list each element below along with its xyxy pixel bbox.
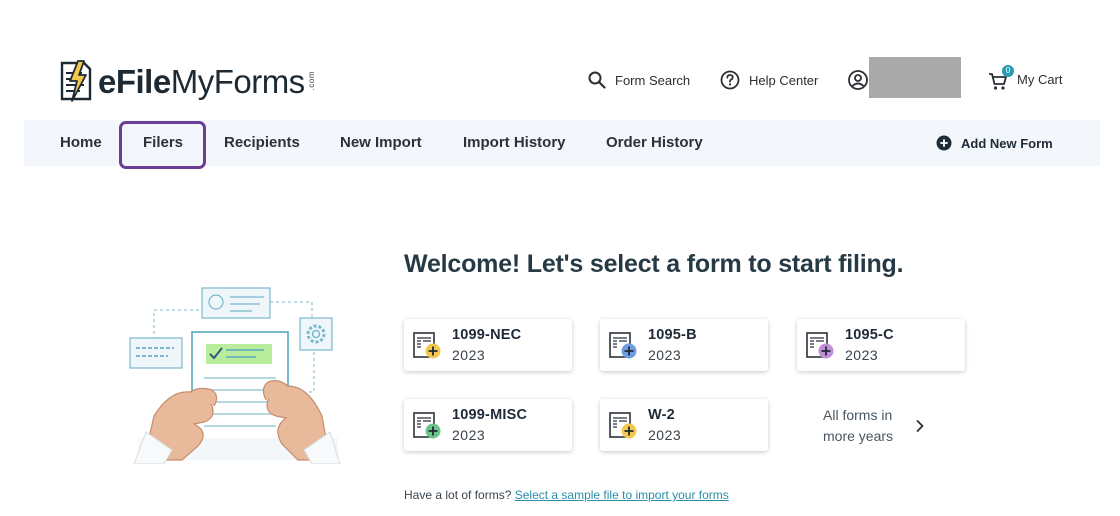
form-card-1099-nec[interactable]: 1099-NEC 2023 — [404, 319, 572, 371]
form-plus-icon — [413, 412, 441, 439]
chevron-right-icon — [916, 420, 924, 432]
form-card-text: 1095-B 2023 — [648, 327, 697, 363]
brand-logo[interactable]: eFile MyForms .com — [58, 58, 316, 104]
sample-file-import-link[interactable]: Select a sample file to import your form… — [515, 488, 729, 502]
add-new-form-button[interactable]: Add New Form — [936, 120, 1053, 166]
import-hint: Have a lot of forms? Select a sample fil… — [404, 488, 729, 502]
form-year: 2023 — [452, 427, 486, 443]
help-center-link[interactable]: Help Center — [720, 68, 818, 92]
form-name: 1099-NEC — [452, 327, 522, 343]
form-search-link[interactable]: Form Search — [588, 68, 690, 92]
welcome-heading: Welcome! Let's select a form to start fi… — [404, 250, 904, 278]
add-new-form-label: Add New Form — [961, 135, 1053, 151]
form-card-text: 1099-NEC 2023 — [452, 327, 521, 363]
form-year: 2023 — [452, 347, 486, 363]
form-card-text: W-2 2023 — [648, 407, 681, 443]
form-plus-icon — [806, 332, 834, 359]
form-name: 1095-C — [845, 327, 894, 343]
all-forms-label: All forms in more years — [823, 407, 894, 444]
hands-holding-form-illustration — [129, 287, 341, 464]
my-cart-link[interactable]: 0 My Cart — [988, 64, 1063, 94]
form-name: 1095-B — [648, 327, 697, 343]
my-cart-label: My Cart — [1017, 71, 1063, 87]
main-nav: Home Filers Recipients New Import Import… — [24, 120, 1100, 169]
form-name: W-2 — [648, 407, 675, 423]
form-plus-icon — [609, 412, 637, 439]
form-plus-icon — [413, 332, 441, 359]
logo-suffix: .com — [306, 71, 316, 91]
form-year: 2023 — [648, 427, 682, 443]
logo-bold-text: eFile — [98, 62, 171, 100]
document-bolt-icon — [60, 60, 92, 102]
form-card-w-2[interactable]: W-2 2023 — [600, 399, 768, 451]
help-circle-icon — [720, 70, 740, 90]
logo-wordmark: eFile MyForms — [98, 65, 305, 98]
nav-home[interactable]: Home — [60, 120, 102, 166]
form-year: 2023 — [845, 347, 879, 363]
cart-icon-wrapper: 0 — [988, 65, 1014, 90]
plus-circle-icon — [936, 135, 952, 151]
help-center-label: Help Center — [749, 72, 819, 88]
account-name-redacted[interactable] — [869, 57, 961, 98]
nav-import-history[interactable]: Import History — [463, 120, 566, 166]
search-icon — [588, 71, 606, 89]
form-plus-icon — [609, 332, 637, 359]
form-year: 2023 — [648, 347, 682, 363]
form-card-1095-c[interactable]: 1095-C 2023 — [797, 319, 965, 371]
form-search-label: Form Search — [615, 72, 691, 88]
user-circle-icon[interactable] — [847, 69, 869, 91]
nav-filers[interactable]: Filers — [143, 120, 183, 166]
form-card-text: 1095-C 2023 — [845, 327, 894, 363]
cart-count-badge: 0 — [1002, 65, 1014, 77]
logo-light-text: MyForms — [170, 62, 305, 100]
nav-order-history[interactable]: Order History — [606, 120, 703, 166]
nav-new-import[interactable]: New Import — [340, 120, 422, 166]
import-hint-text: Have a lot of forms? — [404, 488, 515, 502]
nav-recipients[interactable]: Recipients — [224, 120, 300, 166]
form-card-1095-b[interactable]: 1095-B 2023 — [600, 319, 768, 371]
form-name: 1099-MISC — [452, 407, 528, 423]
all-forms-link[interactable]: All forms in more years — [823, 404, 933, 448]
form-card-text: 1099-MISC 2023 — [452, 407, 527, 443]
form-card-1099-misc[interactable]: 1099-MISC 2023 — [404, 399, 572, 451]
